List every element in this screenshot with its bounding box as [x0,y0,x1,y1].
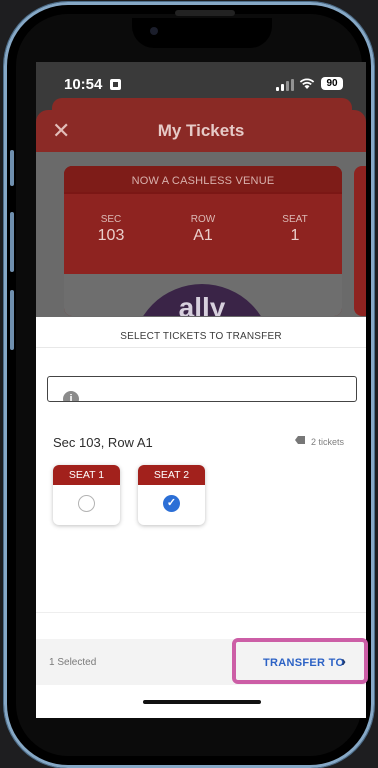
seat-2-checkmark-icon[interactable]: ✓ [163,495,180,512]
transfer-highlight-box [232,638,368,684]
ticket-sec: SEC 103 [86,214,136,245]
page-title: My Tickets [157,121,245,140]
seat-1-radio[interactable] [78,495,95,512]
tickets-header: ✕ My Tickets [36,110,366,152]
ticket-seat: SEAT 1 [270,214,320,245]
battery-icon: 90 [321,77,343,90]
row-label: ROW [190,214,216,225]
seat-label: SEAT [282,214,308,225]
speaker-grille [175,10,235,16]
ticket-row: ROW A1 [178,214,228,245]
info-box: i [47,376,357,402]
transfer-panel-title: SELECT TICKETS TO TRANSFER [120,331,282,342]
ticket-banner: NOW A CASHLESS VENUE [64,166,342,192]
seat-2-card[interactable]: SEAT 2 ✓ [138,465,205,525]
app-screen: 10:54 90 ✕ My Tickets NOW A CASHLESS VEN… [36,62,366,718]
row-value: A1 [193,227,213,244]
seat-1-label: SEAT 1 [53,465,120,485]
volume-down-button [10,290,14,350]
info-icon: i [63,391,79,401]
seat-value: 1 [290,227,300,244]
sec-value: 103 [97,227,125,244]
volume-up-button [10,212,14,272]
ticket-seat-info: SEC 103 ROW A1 SEAT 1 [64,194,342,274]
mute-switch [10,150,14,186]
wifi-icon [299,77,315,93]
next-ticket-card[interactable] [354,166,366,316]
ticket-logo-area: ally [64,274,342,316]
ticket-tag-icon [295,436,305,444]
signal-icon [276,79,296,91]
status-time: 10:54 [64,76,103,93]
divider [36,347,366,348]
section-row-label: Sec 103, Row A1 [53,435,153,450]
venue-logo: ally [132,284,272,316]
home-indicator[interactable] [143,700,261,704]
ticket-card[interactable]: NOW A CASHLESS VENUE SEC 103 ROW A1 SEAT… [64,166,342,316]
camera-icon [150,27,158,35]
venue-logo-text: ally [178,292,226,316]
selected-count: 1 Selected [49,657,97,668]
ticket-count: 2 tickets [311,437,345,447]
seat-2-label: SEAT 2 [138,465,205,485]
divider [36,612,366,613]
sec-label: SEC [100,214,122,225]
sim-icon [110,79,121,90]
seat-1-card[interactable]: SEAT 1 [53,465,120,525]
